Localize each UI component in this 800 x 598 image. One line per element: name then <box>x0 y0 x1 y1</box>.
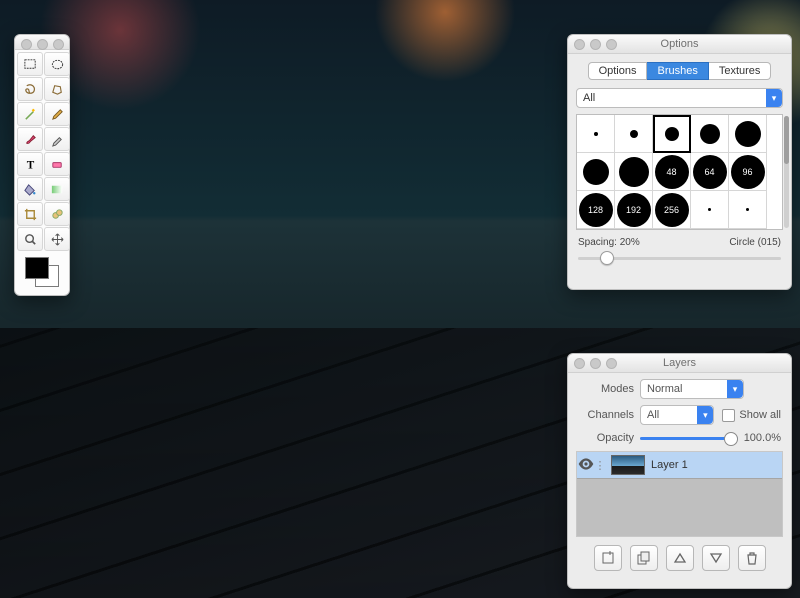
eyedropper-tool[interactable] <box>44 127 70 151</box>
layer-list: ⋮ Layer 1 <box>576 451 783 537</box>
lasso-tool[interactable] <box>17 77 43 101</box>
layer-name: Layer 1 <box>651 459 688 471</box>
foreground-color-swatch[interactable] <box>25 257 49 279</box>
opacity-label: Opacity <box>578 432 634 444</box>
brush-cell[interactable]: 96 <box>729 153 767 191</box>
show-all-checkbox[interactable] <box>722 409 735 422</box>
pencil-tool[interactable] <box>44 102 70 126</box>
options-title: Options <box>661 38 699 50</box>
brush-cell[interactable]: 256 <box>653 191 691 229</box>
brush-cell[interactable] <box>729 191 767 229</box>
brush-category-row: All ▾ <box>576 88 783 108</box>
tab-options[interactable]: Options <box>588 62 648 80</box>
layer-row[interactable]: ⋮ Layer 1 <box>577 452 782 479</box>
opacity-value: 100.0% <box>744 432 781 444</box>
tab-brushes[interactable]: Brushes <box>647 62 708 80</box>
move-tool[interactable] <box>44 227 70 251</box>
layers-title: Layers <box>663 357 696 369</box>
gradient-tool[interactable] <box>44 177 70 201</box>
options-panel: Options OptionsBrushesTextures All ▾ 486… <box>567 34 792 290</box>
zoom-tool[interactable] <box>17 227 43 251</box>
spacing-label: Spacing: 20% <box>578 237 640 248</box>
channels-label: Channels <box>578 409 634 421</box>
brush-cell[interactable]: 128 <box>577 191 615 229</box>
show-all-label: Show all <box>739 409 781 421</box>
brush-grid: 486496 128192256 <box>576 114 783 230</box>
layer-actions <box>568 545 791 571</box>
move-down-button[interactable] <box>702 545 730 571</box>
opacity-slider[interactable] <box>640 431 738 445</box>
options-tabs: OptionsBrushesTextures <box>568 62 791 80</box>
layer-thumbnail <box>611 455 645 475</box>
chevron-down-icon: ▾ <box>766 89 782 107</box>
tools-titlebar[interactable] <box>15 35 69 50</box>
clone-tool[interactable] <box>44 202 70 226</box>
ellipse-select-tool[interactable] <box>44 52 70 76</box>
new-layer-button[interactable] <box>594 545 622 571</box>
layers-panel: Layers Modes Normal ▾ Channels All ▾ Sho… <box>567 353 792 589</box>
brush-cell[interactable] <box>615 115 653 153</box>
tab-textures[interactable]: Textures <box>709 62 772 80</box>
desktop: T Options OptionsBrushesTextures All ▾ 4… <box>0 0 800 598</box>
brush-cell[interactable] <box>577 153 615 191</box>
brush-cell[interactable] <box>615 153 653 191</box>
visibility-icon[interactable] <box>577 455 595 476</box>
tools-panel: T <box>14 34 70 296</box>
brush-cell[interactable] <box>577 115 615 153</box>
brush-category-select[interactable]: All ▾ <box>576 88 783 108</box>
duplicate-layer-button[interactable] <box>630 545 658 571</box>
layers-titlebar[interactable]: Layers <box>568 354 791 373</box>
text-tool[interactable]: T <box>17 152 43 176</box>
brush-cell[interactable]: 64 <box>691 153 729 191</box>
brush-cell[interactable] <box>691 115 729 153</box>
link-icon[interactable]: ⋮ <box>595 459 605 472</box>
magic-wand-tool[interactable] <box>17 102 43 126</box>
move-up-button[interactable] <box>666 545 694 571</box>
chevron-down-icon: ▾ <box>697 406 713 424</box>
brush-scrollbar[interactable] <box>784 116 789 228</box>
crop-tool[interactable] <box>17 202 43 226</box>
rect-select-tool[interactable] <box>17 52 43 76</box>
options-titlebar[interactable]: Options <box>568 35 791 54</box>
channels-select[interactable]: All ▾ <box>640 405 714 425</box>
blend-mode-select[interactable]: Normal ▾ <box>640 379 744 399</box>
chevron-down-icon: ▾ <box>727 380 743 398</box>
poly-lasso-tool[interactable] <box>44 77 70 101</box>
delete-layer-button[interactable] <box>738 545 766 571</box>
modes-label: Modes <box>578 383 634 395</box>
spacing-slider[interactable] <box>578 250 781 266</box>
svg-text:T: T <box>26 159 34 171</box>
brush-cell[interactable]: 48 <box>653 153 691 191</box>
color-swatches[interactable] <box>25 257 59 287</box>
brush-tool[interactable] <box>17 127 43 151</box>
bucket-tool[interactable] <box>17 177 43 201</box>
brush-cell[interactable] <box>729 115 767 153</box>
brush-cell[interactable] <box>691 191 729 229</box>
eraser-tool[interactable] <box>44 152 70 176</box>
brush-cell[interactable] <box>653 115 691 153</box>
brush-cell[interactable]: 192 <box>615 191 653 229</box>
brush-name-label: Circle (015) <box>729 237 781 248</box>
